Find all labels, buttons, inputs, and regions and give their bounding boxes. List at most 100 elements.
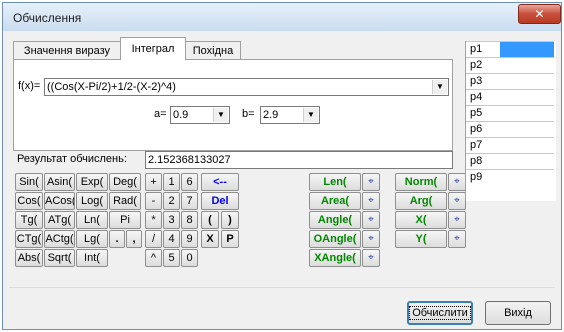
key-sqrt[interactable]: Sqrt( <box>44 249 75 267</box>
param-label: p3 <box>470 75 483 87</box>
chevron-down-icon[interactable]: ▼ <box>213 108 228 122</box>
client-area: Значення виразу Інтеграл Похідна f(x)= (… <box>9 33 556 325</box>
key-5[interactable]: 5 <box>163 249 180 267</box>
tab-label: Похідна <box>192 45 234 57</box>
key-6[interactable]: 6 <box>181 173 198 191</box>
param-label: p2 <box>470 59 483 71</box>
key-sin[interactable]: Sin( <box>15 173 43 191</box>
param-label: p9 <box>470 171 483 183</box>
param-value-selected[interactable] <box>500 42 554 57</box>
key-0[interactable]: 0 <box>181 249 198 267</box>
key-1[interactable]: 1 <box>163 173 180 191</box>
pin-icon[interactable]: ⌖ <box>448 173 466 191</box>
param-label: p6 <box>470 123 483 135</box>
key-rad[interactable]: Rad( <box>109 192 141 210</box>
key-divide[interactable]: / <box>145 230 162 248</box>
close-button[interactable]: ✕ <box>518 4 561 24</box>
pin-icon[interactable]: ⌖ <box>362 173 380 191</box>
key-asin[interactable]: Asin( <box>44 173 75 191</box>
a-value: 0.9 <box>173 109 189 121</box>
key-dot[interactable]: . <box>109 230 125 248</box>
key-norm[interactable]: Norm( <box>395 173 447 191</box>
calculate-button[interactable]: Обчислити <box>407 301 473 325</box>
key-power[interactable]: ^ <box>145 249 162 267</box>
chevron-down-icon[interactable]: ▼ <box>432 80 447 94</box>
key-lg[interactable]: Lg( <box>76 230 108 248</box>
key-p[interactable]: P <box>221 230 239 248</box>
param-row[interactable]: p8 <box>466 153 554 169</box>
tab-integral[interactable]: Інтеграл <box>120 37 186 60</box>
key-arg[interactable]: Arg( <box>395 192 447 210</box>
param-label: p1 <box>470 43 483 55</box>
key-area[interactable]: Area( <box>309 192 361 210</box>
result-field[interactable]: 2.152368133027 <box>145 151 453 169</box>
key-7[interactable]: 7 <box>181 192 198 210</box>
key-cos[interactable]: Cos( <box>15 192 43 210</box>
key-paren-close[interactable]: ) <box>221 211 239 229</box>
pin-icon[interactable]: ⌖ <box>448 230 466 248</box>
param-row[interactable]: p7 <box>466 137 554 153</box>
key-3[interactable]: 3 <box>163 211 180 229</box>
pin-icon[interactable]: ⌖ <box>448 211 466 229</box>
pin-icon[interactable]: ⌖ <box>362 211 380 229</box>
key-pi[interactable]: Pi <box>109 211 141 229</box>
key-tg[interactable]: Tg( <box>15 211 43 229</box>
key-abs[interactable]: Abs( <box>15 249 43 267</box>
key-angle[interactable]: Angle( <box>309 211 361 229</box>
key-x[interactable]: X <box>201 230 219 248</box>
pin-icon[interactable]: ⌖ <box>362 249 380 267</box>
key-ln[interactable]: Ln( <box>76 211 108 229</box>
a-input[interactable]: 0.9 ▼ <box>170 106 230 124</box>
key-int[interactable]: Int( <box>76 249 108 267</box>
param-row[interactable]: p4 <box>466 89 554 105</box>
key-ctg[interactable]: CTg( <box>15 230 43 248</box>
key-paren-open[interactable]: ( <box>201 211 219 229</box>
param-row[interactable]: p6 <box>466 121 554 137</box>
param-row[interactable]: p5 <box>466 105 554 121</box>
key-2[interactable]: 2 <box>163 192 180 210</box>
key-8[interactable]: 8 <box>181 211 198 229</box>
key-oangle[interactable]: OAngle( <box>309 230 361 248</box>
a-label: a= <box>154 108 167 120</box>
key-plus[interactable]: + <box>145 173 162 191</box>
key-actg[interactable]: ACtg( <box>44 230 75 248</box>
param-label: p7 <box>470 139 483 151</box>
calculate-label: Обчислити <box>409 306 471 320</box>
tab-derivative[interactable]: Похідна <box>185 41 241 59</box>
pin-icon[interactable]: ⌖ <box>362 230 380 248</box>
key-atg[interactable]: ATg( <box>44 211 75 229</box>
tab-expression-value[interactable]: Значення виразу <box>13 41 121 59</box>
param-row[interactable]: p1 <box>466 41 554 57</box>
backspace-button[interactable]: <-- <box>201 173 239 191</box>
key-acos[interactable]: ACos( <box>44 192 75 210</box>
window-title: Обчислення <box>13 11 82 25</box>
key-xangle[interactable]: XAngle( <box>309 249 361 267</box>
param-row[interactable]: p3 <box>466 73 554 89</box>
pin-icon[interactable]: ⌖ <box>362 192 380 210</box>
fx-label: f(x)= <box>18 80 41 92</box>
delete-button[interactable]: Del <box>201 192 239 210</box>
key-deg[interactable]: Deg( <box>109 173 141 191</box>
key-x-coord[interactable]: X( <box>395 211 447 229</box>
key-len[interactable]: Len( <box>309 173 361 191</box>
integral-panel: f(x)= ((Cos(X-Pi/2)+1/2-(X-2)^4) ▼ a= 0.… <box>13 59 453 151</box>
param-row[interactable]: p9 <box>466 169 554 185</box>
exit-button[interactable]: Вихід <box>485 301 551 325</box>
tab-label: Значення виразу <box>23 45 111 57</box>
pin-icon[interactable]: ⌖ <box>448 192 466 210</box>
b-input[interactable]: 2.9 ▼ <box>260 106 320 124</box>
chevron-down-icon[interactable]: ▼ <box>303 108 318 122</box>
param-label: p5 <box>470 107 483 119</box>
key-minus[interactable]: - <box>145 192 162 210</box>
key-comma[interactable]: , <box>126 230 142 248</box>
fx-input[interactable]: ((Cos(X-Pi/2)+1/2-(X-2)^4) ▼ <box>44 78 449 96</box>
key-exp[interactable]: Exp( <box>76 173 108 191</box>
key-log[interactable]: Log( <box>76 192 108 210</box>
key-4[interactable]: 4 <box>163 230 180 248</box>
key-multiply[interactable]: * <box>145 211 162 229</box>
key-y-coord[interactable]: Y( <box>395 230 447 248</box>
key-9[interactable]: 9 <box>181 230 198 248</box>
parameters-list: p1 p2 p3 p4 p5 p6 p7 p8 p9 <box>465 41 556 201</box>
title-bar[interactable]: Обчислення ✕ <box>3 3 561 31</box>
param-row[interactable]: p2 <box>466 57 554 73</box>
